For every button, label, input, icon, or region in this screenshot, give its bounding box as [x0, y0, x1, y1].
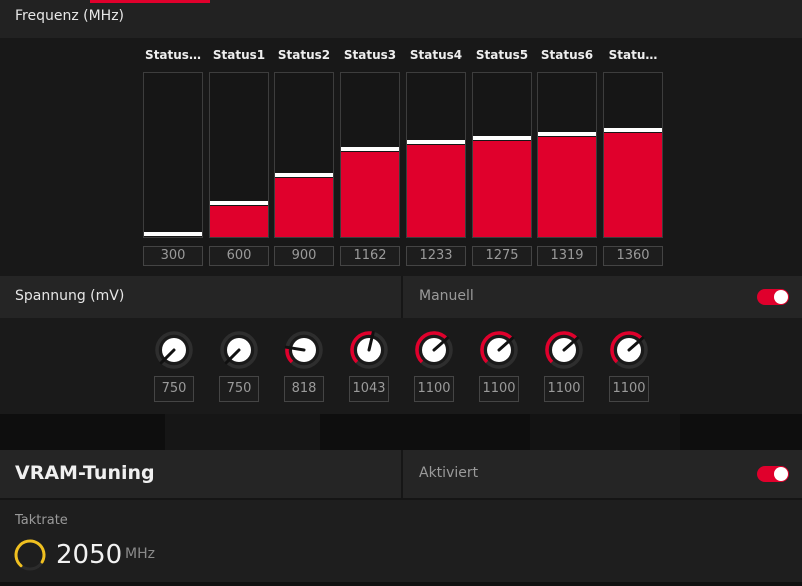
- vram-mode-label: Aktiviert: [419, 465, 479, 481]
- vram-clock-value[interactable]: 2050: [56, 540, 122, 570]
- frequency-handle[interactable]: [275, 173, 333, 177]
- voltage-value-input[interactable]: 1100: [479, 376, 519, 402]
- state-label: Statu…: [608, 48, 658, 62]
- frequency-slider[interactable]: [340, 72, 400, 238]
- frequency-slider[interactable]: [472, 72, 532, 238]
- voltage-value-input[interactable]: 750: [219, 376, 259, 402]
- frequency-slider[interactable]: [537, 72, 597, 238]
- voltage-knob[interactable]: [477, 328, 521, 372]
- frequency-handle[interactable]: [407, 140, 465, 144]
- state-label: Status5: [475, 48, 529, 62]
- toggle-knob: [774, 467, 788, 481]
- frequency-handle[interactable]: [210, 201, 268, 205]
- voltage-title: Spannung (mV): [15, 288, 125, 304]
- frequency-handle[interactable]: [473, 136, 531, 140]
- frequency-value-input[interactable]: 1360: [603, 246, 663, 266]
- frequency-fill: [604, 133, 662, 237]
- vram-clock-unit: MHz: [125, 546, 155, 562]
- voltage-knob[interactable]: [347, 328, 391, 372]
- frequency-value-input[interactable]: 1319: [537, 246, 597, 266]
- state-label: Status1: [212, 48, 266, 62]
- voltage-value-input[interactable]: 1100: [609, 376, 649, 402]
- vram-tuning-title: VRAM-Tuning: [15, 462, 155, 484]
- frequency-fill: [341, 152, 399, 237]
- voltage-value-input[interactable]: 750: [154, 376, 194, 402]
- toggle-knob: [774, 290, 788, 304]
- voltage-knob[interactable]: [542, 328, 586, 372]
- voltage-knob[interactable]: [412, 328, 456, 372]
- voltage-value-input[interactable]: 1100: [544, 376, 584, 402]
- voltage-knob[interactable]: [152, 328, 196, 372]
- voltage-knob[interactable]: [607, 328, 651, 372]
- frequency-header: Frequenz (MHz): [0, 4, 802, 38]
- state-label: Status2: [277, 48, 331, 62]
- frequency-value-input[interactable]: 300: [143, 246, 203, 266]
- frequency-fill: [275, 178, 333, 237]
- state-label: Status3: [343, 48, 397, 62]
- voltage-header: Spannung (mV) Manuell: [0, 276, 802, 318]
- frequency-value-input[interactable]: 1233: [406, 246, 466, 266]
- frequency-handle[interactable]: [144, 232, 202, 236]
- voltage-value-input[interactable]: 1043: [349, 376, 389, 402]
- frequency-value-input[interactable]: 900: [274, 246, 334, 266]
- active-tab-indicator: [90, 0, 210, 3]
- frequency-slider[interactable]: [603, 72, 663, 238]
- voltage-knob[interactable]: [282, 328, 326, 372]
- frequency-handle[interactable]: [604, 128, 662, 132]
- frequency-fill: [210, 206, 268, 237]
- frequency-handle[interactable]: [538, 132, 596, 136]
- frequency-fill: [473, 141, 531, 237]
- frequency-slider[interactable]: [274, 72, 334, 238]
- frequency-value-input[interactable]: 1275: [472, 246, 532, 266]
- voltage-manual-toggle[interactable]: [757, 289, 789, 305]
- state-label: Status6: [540, 48, 594, 62]
- voltage-value-input[interactable]: 818: [284, 376, 324, 402]
- section-gap: [0, 414, 802, 450]
- frequency-states-panel: Status… 300 Status1 600 Status2 900 Status3 116…: [0, 38, 802, 276]
- voltage-states-panel: 750 750 818 1043 1100 1100 1100 1100: [0, 318, 802, 414]
- voltage-mode-label: Manuell: [419, 288, 474, 304]
- frequency-title: Frequenz (MHz): [15, 8, 125, 24]
- frequency-fill: [407, 145, 465, 237]
- header-divider: [401, 450, 403, 498]
- clock-gauge-icon: [14, 539, 46, 571]
- frequency-slider[interactable]: [406, 72, 466, 238]
- frequency-handle[interactable]: [341, 147, 399, 151]
- frequency-slider[interactable]: [143, 72, 203, 238]
- vram-tuning-header: VRAM-Tuning Aktiviert: [0, 450, 802, 498]
- vram-tuning-toggle[interactable]: [757, 466, 789, 482]
- frequency-slider[interactable]: [209, 72, 269, 238]
- frequency-value-input[interactable]: 600: [209, 246, 269, 266]
- frequency-value-input[interactable]: 1162: [340, 246, 400, 266]
- frequency-fill: [538, 137, 596, 237]
- vram-clock-label: Taktrate: [15, 513, 68, 528]
- voltage-value-input[interactable]: 1100: [414, 376, 454, 402]
- voltage-knob[interactable]: [217, 328, 261, 372]
- state-label: Status…: [145, 48, 201, 62]
- header-divider: [401, 276, 403, 318]
- state-label: Status4: [409, 48, 463, 62]
- vram-clock-panel: Taktrate 2050 MHz: [0, 500, 802, 586]
